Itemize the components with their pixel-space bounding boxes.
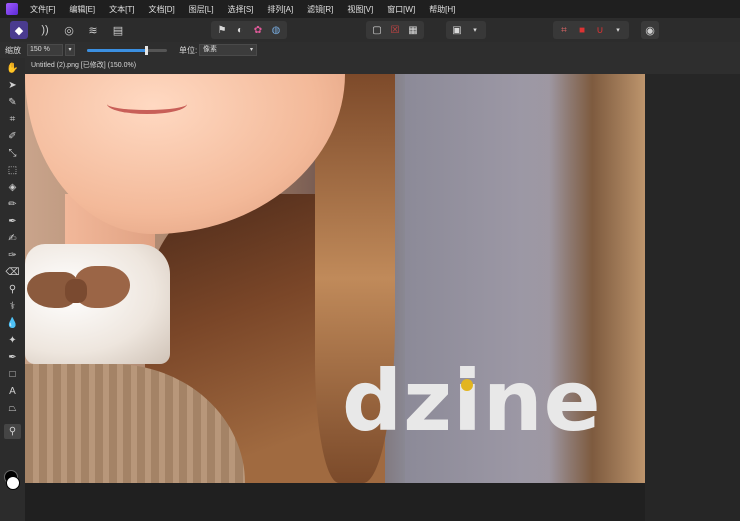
- flood-fill-icon[interactable]: ◈: [4, 180, 21, 195]
- frame-icon[interactable]: ▢: [368, 21, 386, 39]
- selection-brush-icon[interactable]: ⤡: [4, 146, 21, 161]
- crop-tool-icon[interactable]: ⌗: [4, 112, 21, 127]
- export-persona-icon[interactable]: ▤: [109, 21, 127, 39]
- dodge-burn-icon[interactable]: ✑: [4, 248, 21, 263]
- perspective-icon[interactable]: ⏢: [4, 401, 21, 416]
- zoom-tool-icon[interactable]: ⚲: [4, 424, 21, 439]
- paint-brush-icon[interactable]: ✐: [4, 129, 21, 144]
- menu-layer[interactable]: 图层[L]: [189, 4, 214, 15]
- chevron-down-icon[interactable]: ▾: [609, 21, 627, 39]
- menu-arrange[interactable]: 排列[A]: [267, 4, 293, 15]
- view-group: ▢ ☒ ▦: [366, 21, 424, 39]
- color-wheel-icon[interactable]: ✿: [249, 21, 267, 39]
- watermark-logo-text: dzine: [342, 352, 602, 450]
- photo-persona-icon[interactable]: ◆: [10, 21, 28, 39]
- logo-dot: [461, 379, 473, 391]
- chevron-down-icon[interactable]: ▾: [466, 21, 484, 39]
- crossed-frame-icon[interactable]: ☒: [386, 21, 404, 39]
- menu-filters[interactable]: 滤镜[R]: [307, 4, 333, 15]
- chevron-down-icon[interactable]: ▾: [65, 44, 75, 56]
- menu-window[interactable]: 窗口[W]: [387, 4, 415, 15]
- tone-map-persona-icon[interactable]: ≋: [84, 21, 102, 39]
- pixel-tool-icon[interactable]: ✏: [4, 197, 21, 212]
- chat-icon[interactable]: ◉: [641, 21, 659, 39]
- chevron-down-icon: ▾: [249, 47, 253, 53]
- units-select[interactable]: 像素 ▾: [199, 44, 257, 56]
- move-tool-icon[interactable]: ➤: [4, 78, 21, 93]
- menu-file[interactable]: 文件[F]: [30, 4, 55, 15]
- affinity-logo-icon[interactable]: [6, 3, 18, 15]
- quick-mask-group: ▣ ▾: [446, 21, 486, 39]
- eraser-tool-icon[interactable]: ⌫: [4, 265, 21, 280]
- swatch-icon[interactable]: ◍: [267, 21, 285, 39]
- smudge-icon[interactable]: ✍: [4, 231, 21, 246]
- shape-tool-icon[interactable]: □: [4, 367, 21, 382]
- flag-icon[interactable]: ⚑: [213, 21, 231, 39]
- menu-bar: 文件[F] 编辑[E] 文本[T] 文档[D] 图层[L] 选择[S] 排列[A…: [0, 0, 740, 18]
- document-tab[interactable]: Untitled (2).png [已修改] (150.0%): [25, 58, 740, 74]
- canvas-area[interactable]: dzine: [25, 74, 740, 521]
- blur-icon[interactable]: 💧: [4, 316, 21, 331]
- menu-edit[interactable]: 编辑[E]: [69, 4, 95, 15]
- clone-stamp-icon[interactable]: ⚲: [4, 282, 21, 297]
- healing-brush-icon[interactable]: ⚕: [4, 299, 21, 314]
- red-eye-icon[interactable]: ✦: [4, 333, 21, 348]
- menu-document[interactable]: 文档[D]: [148, 4, 174, 15]
- menu-select[interactable]: 选择[S]: [228, 4, 254, 15]
- snapping-group: ⌗ ■ ∪ ▾: [553, 21, 629, 39]
- pen-tool-icon[interactable]: ✒: [4, 350, 21, 365]
- quick-mask-icon[interactable]: ▣: [448, 21, 466, 39]
- canvas-background: [25, 483, 645, 521]
- liquify-persona-icon[interactable]: ◎: [60, 21, 78, 39]
- magnet-icon[interactable]: ∪: [591, 21, 609, 39]
- menu-view[interactable]: 视图[V]: [347, 4, 373, 15]
- eraser-icon[interactable]: ◐: [231, 21, 249, 39]
- foreground-color-swatch[interactable]: [6, 476, 20, 490]
- main-toolbar: ◆ )) ◎ ≋ ▤ ⚑ ◐ ✿ ◍ ▢ ☒ ▦ ▣ ▾ ⌗ ■ ∪ ▾ ◉: [0, 18, 740, 43]
- zoom-input[interactable]: 150 %: [27, 44, 63, 56]
- document-image[interactable]: dzine: [25, 74, 645, 483]
- zoom-label: 缩放: [5, 45, 21, 55]
- tools-panel: ✋ ➤ ✎ ⌗ ✐ ⤡ ⬚ ◈ ✏ ✒ ✍ ✑ ⌫ ⚲ ⚕ 💧 ✦ ✒ □ A …: [0, 58, 25, 521]
- hand-tool-icon[interactable]: ✋: [4, 61, 21, 76]
- crop-icon[interactable]: ⌗: [555, 21, 573, 39]
- lips: [107, 94, 187, 114]
- zoom-slider[interactable]: [87, 45, 167, 55]
- paint-mixer-icon[interactable]: ✒: [4, 214, 21, 229]
- color-picker-icon[interactable]: ✎: [4, 95, 21, 110]
- develop-persona-icon[interactable]: )): [36, 21, 54, 39]
- adjustment-group: ⚑ ◐ ✿ ◍: [211, 21, 287, 39]
- bow-knot: [65, 279, 87, 303]
- context-toolbar: 缩放 150 % ▾ 单位: 像素 ▾: [0, 42, 740, 58]
- units-value: 像素: [203, 46, 217, 53]
- grid-icon[interactable]: ▦: [404, 21, 422, 39]
- zoom-slider-fill: [87, 48, 147, 52]
- units-label: 单位:: [179, 45, 198, 55]
- record-icon[interactable]: ■: [573, 21, 591, 39]
- menu-help[interactable]: 帮助[H]: [429, 4, 455, 15]
- zoom-slider-handle[interactable]: [145, 45, 148, 55]
- menu-text[interactable]: 文本[T]: [109, 4, 134, 15]
- text-tool-icon[interactable]: A: [4, 384, 21, 399]
- rectangle-marquee-icon[interactable]: ⬚: [4, 163, 21, 178]
